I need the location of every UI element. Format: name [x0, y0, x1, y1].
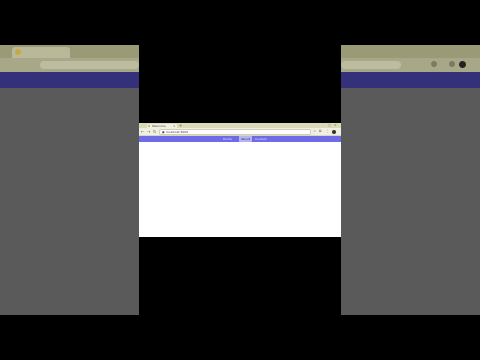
page-content [139, 142, 341, 237]
back-button[interactable]: ← [141, 129, 144, 134]
reload-button[interactable]: ↻ [153, 129, 156, 134]
forward-button[interactable]: → [147, 129, 150, 134]
address-bar[interactable]: ● localhost:3000 [159, 129, 311, 135]
blurred-nav-band [0, 72, 139, 88]
blurred-background-left [0, 45, 139, 315]
blurred-icon [449, 61, 455, 67]
browser-window: Welcome × + – □ × ← → ↻ ● localhost:3000… [139, 123, 341, 237]
extensions-icon[interactable]: ⧉ [319, 129, 322, 134]
blurred-profile-avatar [459, 61, 466, 68]
blurred-background-right [341, 45, 480, 315]
bookmark-star-icon[interactable]: ☆ [313, 129, 316, 134]
profile-avatar[interactable] [332, 129, 336, 134]
browser-toolbar: ← → ↻ ● localhost:3000 ☆ ⧉ ⋮ [139, 128, 341, 136]
blurred-omnibox [341, 61, 401, 69]
blurred-tab-bar [341, 45, 480, 58]
menu-icon[interactable]: ⋮ [326, 129, 330, 134]
blurred-favicon [15, 49, 21, 55]
url-text: localhost:3000 [166, 130, 189, 134]
lock-icon: ● [162, 130, 165, 134]
blurred-omnibox [40, 61, 139, 69]
blurred-icon [431, 61, 437, 67]
favicon-icon [148, 125, 150, 127]
blurred-nav-band [341, 72, 480, 88]
